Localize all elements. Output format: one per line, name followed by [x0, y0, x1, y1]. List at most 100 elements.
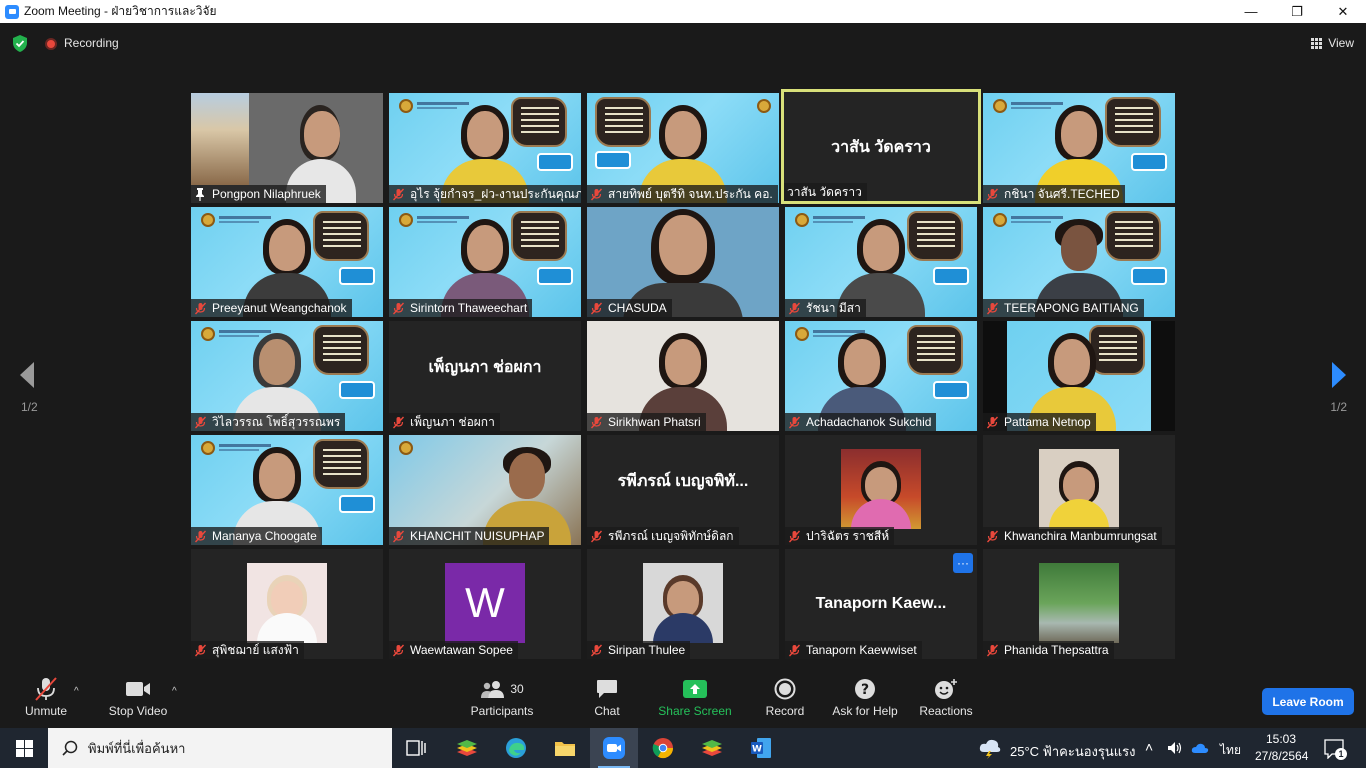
- taskbar-search-box[interactable]: พิมพ์ที่นี่เพื่อค้นหา: [48, 728, 392, 768]
- video-tile[interactable]: Pongpon Nilaphruek: [191, 93, 383, 203]
- record-icon: [774, 678, 796, 700]
- task-view-icon[interactable]: [404, 736, 428, 760]
- speech-bubble-graphic: [907, 325, 963, 375]
- bluestacks-multi-icon[interactable]: [700, 736, 724, 760]
- video-tile[interactable]: Siripan Thulee: [587, 549, 779, 659]
- participant-name: วิไลวรรณ โพธิ์สุวรรณพร: [212, 414, 341, 429]
- muted-mic-icon: [986, 302, 999, 314]
- share-screen-button[interactable]: Share Screen: [657, 674, 733, 728]
- weather-text[interactable]: 25°C ฟ้าคะนองรุนแรง: [1010, 741, 1135, 762]
- video-tile[interactable]: TEERAPONG BAITIANG: [983, 207, 1175, 317]
- video-tile[interactable]: Mananya Choogate: [191, 435, 383, 545]
- video-tile[interactable]: Pattama Netnop: [983, 321, 1175, 431]
- bluestacks-app-icon[interactable]: [455, 736, 479, 760]
- recording-label[interactable]: Recording: [64, 36, 119, 50]
- word-app-icon[interactable]: W: [749, 736, 773, 760]
- muted-mic-icon: [194, 416, 207, 428]
- edge-browser-icon[interactable]: [504, 736, 528, 760]
- video-tile[interactable]: รัชนา มีสา: [785, 207, 977, 317]
- video-tile[interactable]: Phanida Thepsattra: [983, 549, 1175, 659]
- participants-button[interactable]: 30 Participants: [468, 674, 536, 728]
- stop-video-button[interactable]: Stop Video: [106, 674, 170, 728]
- profile-picture: [1039, 563, 1119, 643]
- video-tile[interactable]: วิไลวรรณ โพธิ์สุวรรณพร: [191, 321, 383, 431]
- input-language-indicator[interactable]: ไทย: [1220, 741, 1241, 760]
- encryption-shield-icon[interactable]: [12, 35, 28, 52]
- video-tile[interactable]: กชินา จันศรี.TECHED: [983, 93, 1175, 203]
- video-tile[interactable]: Sirikhwan Phatsri: [587, 321, 779, 431]
- reactions-button[interactable]: Reactions: [916, 674, 976, 728]
- unmute-label: Unmute: [24, 704, 68, 718]
- participant-name: CHASUDA: [608, 301, 667, 315]
- reactions-smiley-icon: [935, 679, 957, 699]
- ask-for-help-button[interactable]: ? Ask for Help: [830, 674, 900, 728]
- file-explorer-icon[interactable]: [553, 736, 577, 760]
- participant-name-label: KHANCHIT NUISUPHAP: [389, 527, 550, 545]
- video-tile[interactable]: Sirintorn Thaweechart: [389, 207, 581, 317]
- chat-label: Chat: [594, 704, 620, 718]
- online-badge-graphic: [339, 267, 375, 285]
- video-tile[interactable]: Khwanchira Manbumrungsat: [983, 435, 1175, 545]
- audio-options-caret[interactable]: ^: [74, 686, 79, 697]
- muted-mic-icon: [986, 644, 999, 656]
- view-button[interactable]: View: [1311, 33, 1354, 53]
- record-button[interactable]: Record: [762, 674, 808, 728]
- video-tile[interactable]: อุไร จุ้ยกำจร_ฝว-งานประกันคุณภาพ: [389, 93, 581, 203]
- video-tile[interactable]: W Waewtawan Sopee: [389, 549, 581, 659]
- participant-name: Mananya Choogate: [212, 529, 317, 543]
- weather-storm-icon[interactable]: [978, 737, 1002, 759]
- previous-page-arrow-icon[interactable]: [14, 360, 44, 390]
- institution-emblem-icon: [201, 213, 215, 227]
- participant-name: กชินา จันศรี.TECHED: [1004, 186, 1120, 201]
- video-tile[interactable]: Achadachanok Sukchid: [785, 321, 977, 431]
- video-tile[interactable]: ··· Tanaporn Kaew... Tanaporn Kaewwiset: [785, 549, 977, 659]
- onedrive-cloud-icon[interactable]: [1191, 742, 1209, 754]
- video-tile[interactable]: รพีภรณ์ เบญจพิทั... รพีภรณ์ เบญจพิทักษ์ด…: [587, 435, 779, 545]
- institution-emblem-icon: [993, 99, 1007, 113]
- participant-name-label: สุพิชฌาย์ แสงฟ้า: [191, 641, 304, 659]
- participant-name-label: Khwanchira Manbumrungsat: [983, 527, 1162, 545]
- online-badge-graphic: [339, 495, 375, 513]
- start-button[interactable]: [0, 728, 48, 768]
- clock-time[interactable]: 15:03: [1266, 732, 1296, 746]
- participant-name-label: เพ็ญนภา ช่อผกา: [389, 413, 500, 431]
- participant-name: Siripan Thulee: [608, 643, 686, 657]
- participant-name: Sirintorn Thaweechart: [410, 301, 528, 315]
- svg-text:W: W: [752, 745, 762, 755]
- online-badge-graphic: [595, 151, 631, 169]
- window-title: Zoom Meeting - ฝ่ายวิชาการและวิจัย: [24, 4, 217, 18]
- pin-icon: [196, 187, 204, 201]
- video-tile[interactable]: สุพิชฌาย์ แสงฟ้า: [191, 549, 383, 659]
- leave-room-button[interactable]: Leave Room: [1262, 688, 1354, 715]
- minimize-button[interactable]: —: [1228, 0, 1274, 23]
- online-badge-graphic: [1131, 267, 1167, 285]
- chrome-browser-icon[interactable]: [651, 736, 675, 760]
- video-options-caret[interactable]: ^: [172, 686, 177, 697]
- video-tile[interactable]: สายทิพย์ บุตรีทิ จนท.ประกัน คอ.: [587, 93, 779, 203]
- video-tile[interactable]: เพ็ญนภา ช่อผกา เพ็ญนภา ช่อผกา: [389, 321, 581, 431]
- maximize-button[interactable]: ❐: [1274, 0, 1320, 23]
- video-tile[interactable]: Preeyanut Weangchanok: [191, 207, 383, 317]
- close-button[interactable]: ✕: [1320, 0, 1366, 23]
- show-hidden-icons-icon[interactable]: ˄: [1145, 739, 1153, 755]
- institution-emblem-icon: [399, 441, 413, 455]
- next-page-arrow-icon[interactable]: [1322, 360, 1352, 390]
- participant-name: รัชนา มีสา: [806, 300, 861, 315]
- volume-speaker-icon[interactable]: [1167, 741, 1183, 755]
- clock-date[interactable]: 27/8/2564: [1255, 749, 1308, 763]
- profile-picture: [247, 563, 327, 643]
- participants-label: Participants: [470, 704, 534, 718]
- video-tile[interactable]: ปาริฉัตร ราชสีห์: [785, 435, 977, 545]
- muted-mic-icon: [392, 416, 405, 428]
- institution-emblem-icon: [399, 99, 413, 113]
- online-badge-graphic: [339, 381, 375, 399]
- video-tile[interactable]: CHASUDA: [587, 207, 779, 317]
- video-tile[interactable]: KHANCHIT NUISUPHAP: [389, 435, 581, 545]
- speech-bubble-graphic: [313, 439, 369, 489]
- chat-button[interactable]: Chat: [586, 674, 628, 728]
- participants-count: 30: [510, 682, 524, 696]
- unmute-button[interactable]: Unmute: [14, 674, 78, 728]
- video-tile-active-speaker[interactable]: วาสัน วัดคราว วาสัน วัดคราว: [781, 89, 981, 204]
- zoom-app-taskbar-icon[interactable]: [602, 736, 626, 760]
- page-indicator-left: 1/2: [21, 400, 38, 414]
